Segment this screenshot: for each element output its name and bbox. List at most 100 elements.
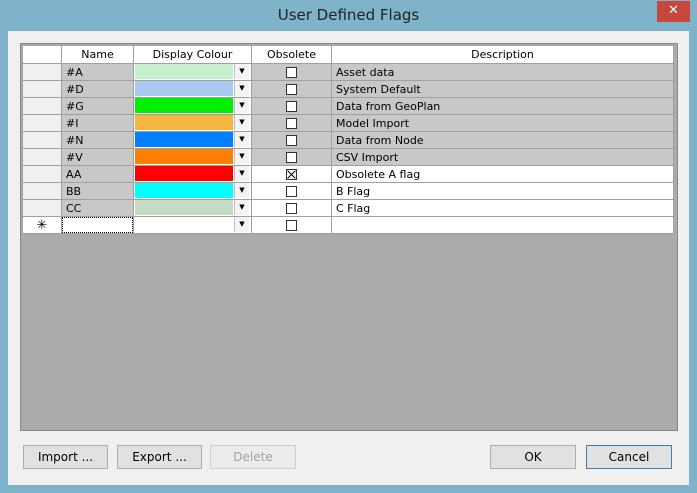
close-button[interactable]: ✕ — [657, 1, 690, 22]
description-cell[interactable]: Data from GeoPlan — [331, 97, 674, 115]
flag-name-cell[interactable]: BB — [61, 182, 134, 200]
colour-dropdown-icon[interactable]: ▼ — [234, 132, 249, 147]
obsolete-cell[interactable] — [251, 165, 332, 183]
obsolete-checkbox[interactable] — [286, 118, 297, 129]
flag-name-cell[interactable]: AA — [61, 165, 134, 183]
obsolete-checkbox[interactable] — [286, 135, 297, 146]
cancel-button[interactable]: Cancel — [586, 445, 672, 469]
obsolete-cell[interactable] — [251, 148, 332, 166]
obsolete-checkbox[interactable] — [286, 101, 297, 112]
table-row[interactable]: #A ▼ Asset data — [22, 63, 674, 81]
colour-dropdown-icon[interactable]: ▼ — [234, 200, 249, 215]
table-row[interactable]: #G ▼ Data from GeoPlan — [22, 97, 674, 115]
description-cell[interactable]: Asset data — [331, 63, 674, 81]
header-row: Name Display Colour Obsolete Description — [22, 45, 674, 64]
table-row[interactable]: #I ▼ Model Import — [22, 114, 674, 132]
obsolete-cell[interactable] — [251, 199, 332, 217]
table-row[interactable]: #N ▼ Data from Node — [22, 131, 674, 149]
display-colour-cell[interactable]: ▼ — [133, 114, 252, 132]
obsolete-checkbox[interactable] — [286, 152, 297, 163]
column-header-description[interactable]: Description — [331, 45, 674, 64]
colour-swatch — [135, 200, 233, 215]
colour-swatch — [135, 132, 233, 147]
description-cell[interactable]: System Default — [331, 80, 674, 98]
flag-name-cell[interactable]: CC — [61, 199, 134, 217]
obsolete-checkbox[interactable] — [286, 220, 297, 231]
description-cell[interactable]: CSV Import — [331, 148, 674, 166]
colour-dropdown-icon[interactable]: ▼ — [234, 217, 249, 232]
obsolete-cell[interactable] — [251, 182, 332, 200]
obsolete-cell[interactable] — [251, 97, 332, 115]
display-colour-cell[interactable]: ▼ — [133, 63, 252, 81]
flag-name-cell[interactable]: #I — [61, 114, 134, 132]
flag-name-cell[interactable]: #G — [61, 97, 134, 115]
obsolete-cell[interactable] — [251, 131, 332, 149]
display-colour-cell[interactable]: ▼ — [133, 165, 252, 183]
row-header[interactable] — [22, 97, 62, 115]
obsolete-cell[interactable] — [251, 114, 332, 132]
colour-dropdown-icon[interactable]: ▼ — [234, 115, 249, 130]
column-header-obsolete[interactable]: Obsolete — [251, 45, 332, 64]
obsolete-checkbox[interactable] — [286, 84, 297, 95]
flag-name-cell[interactable]: #V — [61, 148, 134, 166]
description-cell[interactable]: Data from Node — [331, 131, 674, 149]
ok-button[interactable]: OK — [490, 445, 576, 469]
obsolete-checkbox[interactable] — [286, 169, 297, 180]
row-header[interactable] — [22, 165, 62, 183]
obsolete-checkbox[interactable] — [286, 203, 297, 214]
table-row[interactable]: CC ▼ C Flag — [22, 199, 674, 217]
flag-name-cell[interactable]: #D — [61, 80, 134, 98]
display-colour-cell[interactable]: ▼ — [133, 199, 252, 217]
import-button[interactable]: Import ... — [23, 445, 108, 469]
dialog-client-area: Name Display Colour Obsolete Description… — [8, 31, 689, 485]
new-row[interactable]: ✳ ▼ — [22, 216, 674, 234]
table-row[interactable]: #V ▼ CSV Import — [22, 148, 674, 166]
description-cell[interactable]: B Flag — [331, 182, 674, 200]
new-row-obsolete-cell[interactable] — [251, 216, 332, 234]
window-title: User Defined Flags — [277, 6, 420, 24]
column-header-name[interactable]: Name — [61, 45, 134, 64]
colour-dropdown-icon[interactable]: ▼ — [234, 149, 249, 164]
colour-dropdown-icon[interactable]: ▼ — [234, 183, 249, 198]
delete-button[interactable]: Delete — [210, 445, 296, 469]
flags-grid: Name Display Colour Obsolete Description… — [20, 43, 678, 431]
row-header[interactable] — [22, 148, 62, 166]
row-header[interactable] — [22, 80, 62, 98]
display-colour-cell[interactable]: ▼ — [133, 148, 252, 166]
new-row-name-cell[interactable] — [61, 216, 134, 234]
obsolete-cell[interactable] — [251, 80, 332, 98]
row-header-corner — [22, 45, 62, 64]
description-cell[interactable]: Obsolete A flag — [331, 165, 674, 183]
row-header[interactable] — [22, 131, 62, 149]
table-row[interactable]: BB ▼ B Flag — [22, 182, 674, 200]
display-colour-cell[interactable]: ▼ — [133, 182, 252, 200]
display-colour-cell[interactable]: ▼ — [133, 97, 252, 115]
export-button[interactable]: Export ... — [117, 445, 202, 469]
display-colour-cell[interactable]: ▼ — [133, 80, 252, 98]
new-row-name-input[interactable] — [62, 217, 133, 233]
obsolete-cell[interactable] — [251, 63, 332, 81]
description-cell[interactable]: Model Import — [331, 114, 674, 132]
colour-dropdown-icon[interactable]: ▼ — [234, 81, 249, 96]
new-row-description-cell[interactable] — [331, 216, 674, 234]
title-bar: User Defined Flags ✕ — [0, 0, 697, 30]
colour-dropdown-icon[interactable]: ▼ — [234, 98, 249, 113]
colour-dropdown-icon[interactable]: ▼ — [234, 166, 249, 181]
row-header[interactable] — [22, 114, 62, 132]
row-header[interactable] — [22, 63, 62, 81]
column-header-display-colour[interactable]: Display Colour — [133, 45, 252, 64]
table-row[interactable]: #D ▼ System Default — [22, 80, 674, 98]
obsolete-checkbox[interactable] — [286, 186, 297, 197]
table-row[interactable]: AA ▼ Obsolete A flag — [22, 165, 674, 183]
row-header[interactable] — [22, 199, 62, 217]
row-header[interactable] — [22, 182, 62, 200]
colour-swatch — [135, 98, 233, 113]
flag-name-cell[interactable]: #A — [61, 63, 134, 81]
colour-dropdown-icon[interactable]: ▼ — [234, 64, 249, 79]
display-colour-cell[interactable]: ▼ — [133, 131, 252, 149]
obsolete-checkbox[interactable] — [286, 67, 297, 78]
description-cell[interactable]: C Flag — [331, 199, 674, 217]
colour-swatch — [135, 64, 233, 79]
flag-name-cell[interactable]: #N — [61, 131, 134, 149]
new-row-colour-cell[interactable]: ▼ — [133, 216, 252, 234]
